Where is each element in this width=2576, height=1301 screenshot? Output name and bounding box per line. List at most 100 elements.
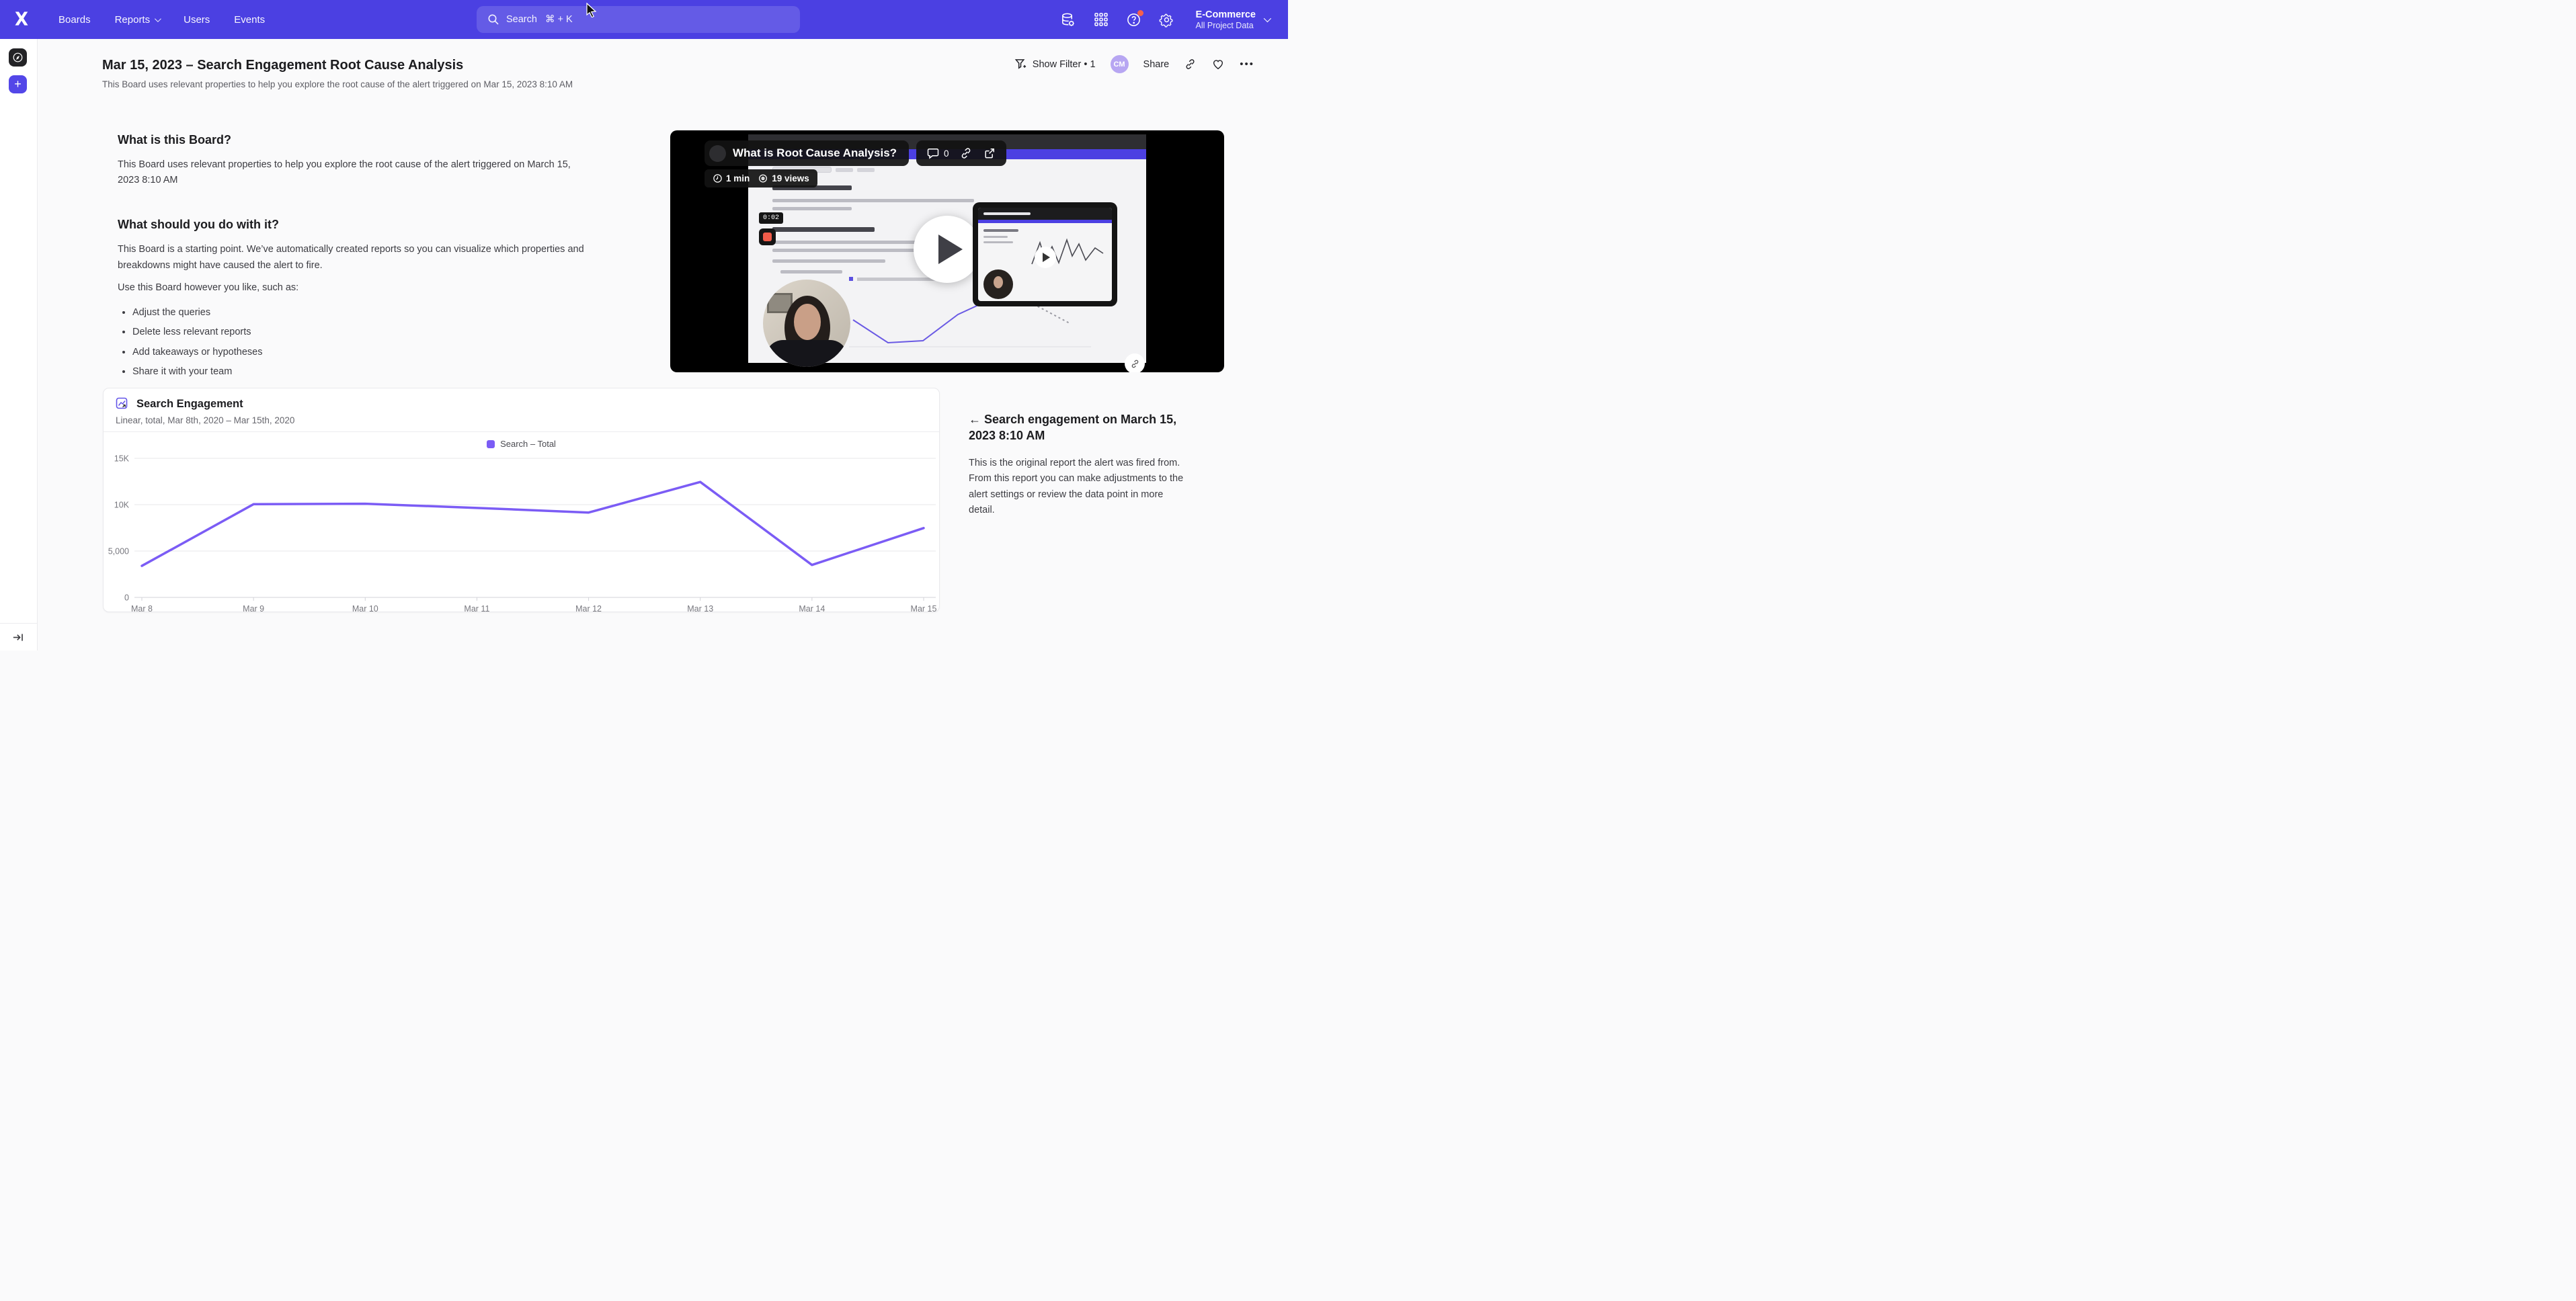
project-scope: All Project Data xyxy=(1196,21,1256,30)
notification-dot xyxy=(1137,10,1143,16)
search-shortcut: ⌘ + K xyxy=(545,14,573,25)
nav-item-label: Users xyxy=(184,14,210,26)
video-author-avatar xyxy=(709,145,726,162)
intro-paragraph-2: This Board is a starting point. We’ve au… xyxy=(118,242,622,273)
project-name: E-Commerce xyxy=(1196,9,1256,21)
eye-icon xyxy=(758,173,768,183)
play-button[interactable] xyxy=(914,216,981,283)
nested-video-frame xyxy=(973,202,1117,306)
video-title: What is Root Cause Analysis? xyxy=(733,146,897,160)
nested-play-icon xyxy=(1035,247,1056,268)
y-axis-tick: 10K xyxy=(114,501,130,510)
video-link-chip[interactable] xyxy=(1125,353,1145,372)
more-options-button[interactable]: ••• xyxy=(1240,58,1254,70)
project-switcher[interactable]: E-Commerce All Project Data xyxy=(1196,9,1269,30)
share-button[interactable]: Share xyxy=(1143,59,1170,70)
y-axis-tick: 0 xyxy=(124,593,129,603)
show-filter-label: Show Filter • 1 xyxy=(1033,59,1096,70)
record-icon xyxy=(763,233,772,241)
report-card-search-engagement: Search Engagement Linear, total, Mar 8th… xyxy=(103,388,940,612)
settings-gear-icon[interactable] xyxy=(1159,11,1175,28)
legend-label: Search – Total xyxy=(500,439,556,449)
comment-count: 0 xyxy=(944,149,949,159)
copy-video-link-icon[interactable] xyxy=(959,146,973,160)
nav-item-events[interactable]: Events xyxy=(234,14,265,26)
comment-icon[interactable] xyxy=(926,146,940,160)
intro-paragraph-3: Use this Board however you like, such as… xyxy=(118,280,622,296)
expand-sidebar-icon xyxy=(13,632,24,642)
x-axis-tick: Mar 15 xyxy=(911,604,937,614)
video-player[interactable]: What is Root Cause Analysis? 0 xyxy=(670,130,1224,372)
series-line-search-total[interactable] xyxy=(142,482,924,566)
clock-icon xyxy=(713,173,723,183)
add-button[interactable]: + xyxy=(9,75,27,93)
stop-recording-button[interactable] xyxy=(759,228,776,245)
nav-item-label: Boards xyxy=(58,14,91,26)
play-icon xyxy=(938,235,963,264)
compass-icon xyxy=(12,52,24,63)
presenter-webcam xyxy=(763,280,850,367)
discover-compass-button[interactable] xyxy=(9,48,27,67)
avatar[interactable]: CM xyxy=(1111,55,1129,73)
report-note: ← Search engagement on March 15, 2023 8:… xyxy=(969,411,1193,519)
link-icon xyxy=(1130,359,1140,369)
insights-report-icon xyxy=(116,397,130,411)
video-views: 19 views xyxy=(758,173,809,183)
mixpanel-logo-icon[interactable]: X xyxy=(15,9,28,30)
report-title[interactable]: Search Engagement xyxy=(136,398,243,411)
x-axis-tick: Mar 8 xyxy=(131,604,153,614)
page-title: Mar 15, 2023 – Search Engagement Root Ca… xyxy=(102,58,463,73)
link-icon xyxy=(1184,58,1197,71)
favorite-button[interactable] xyxy=(1211,58,1225,71)
video-meta: 1 min 19 views xyxy=(705,169,817,187)
chevron-down-icon xyxy=(155,15,161,22)
list-item: Add takeaways or hypotheses xyxy=(132,345,622,360)
report-card-header: Search Engagement Linear, total, Mar 8th… xyxy=(104,388,939,432)
open-external-icon[interactable] xyxy=(983,146,996,160)
top-navbar: X Boards Reports Users Events Search ⌘ + K xyxy=(0,0,1288,39)
x-axis-tick: Mar 12 xyxy=(575,604,602,614)
list-item: Share it with your team xyxy=(132,364,622,379)
navbar-right: E-Commerce All Project Data xyxy=(1060,0,1269,39)
nested-webcam xyxy=(983,269,1013,299)
nav-links: Boards Reports Users Events xyxy=(58,14,265,26)
page-subtitle: This Board uses relevant properties to h… xyxy=(102,79,573,89)
help-icon[interactable] xyxy=(1126,11,1142,28)
legend-swatch xyxy=(487,440,495,448)
data-management-icon[interactable] xyxy=(1060,11,1076,28)
x-axis-tick: Mar 14 xyxy=(799,604,825,614)
plus-icon: + xyxy=(14,77,22,91)
expand-sidebar-button[interactable] xyxy=(0,623,37,650)
x-axis-tick: Mar 13 xyxy=(687,604,713,614)
board-toolbar: Show Filter • 1 CM Share ••• xyxy=(1014,55,1254,73)
nav-item-reports[interactable]: Reports xyxy=(115,14,160,26)
nav-item-label: Reports xyxy=(115,14,151,26)
intro-paragraph-1: This Board uses relevant properties to h… xyxy=(118,157,588,188)
recording-timer: 0:02 xyxy=(759,212,783,224)
chart-legend[interactable]: Search – Total xyxy=(104,432,939,450)
nav-item-label: Events xyxy=(234,14,265,26)
x-axis-tick: Mar 11 xyxy=(464,604,489,614)
intro-section: What is this Board? This Board uses rele… xyxy=(118,133,622,384)
y-axis-tick: 15K xyxy=(114,454,130,464)
apps-grid-icon[interactable] xyxy=(1093,11,1109,28)
nav-item-users[interactable]: Users xyxy=(184,14,210,26)
show-filter-button[interactable]: Show Filter • 1 xyxy=(1014,58,1096,71)
search-input[interactable]: Search ⌘ + K xyxy=(477,6,800,33)
list-item: Adjust the queries xyxy=(132,305,622,320)
chevron-down-icon xyxy=(1264,15,1271,22)
x-axis-tick: Mar 9 xyxy=(243,604,264,614)
heart-icon xyxy=(1211,58,1225,71)
copy-link-button[interactable] xyxy=(1184,58,1197,71)
filter-funnel-icon xyxy=(1014,58,1027,71)
list-item: Delete less relevant reports xyxy=(132,325,622,339)
search-placeholder: Search xyxy=(506,14,537,25)
video-title-bar: What is Root Cause Analysis? xyxy=(705,140,909,166)
report-subtitle: Linear, total, Mar 8th, 2020 – Mar 15th,… xyxy=(116,415,927,425)
video-actions: 0 xyxy=(916,140,1006,166)
share-label: Share xyxy=(1143,59,1170,70)
intro-heading-2: What should you do with it? xyxy=(118,218,622,232)
x-axis-tick: Mar 10 xyxy=(352,604,378,614)
chart-plot[interactable]: 15K10K5,0000Mar 8Mar 9Mar 10Mar 11Mar 12… xyxy=(104,452,939,616)
nav-item-boards[interactable]: Boards xyxy=(58,14,91,26)
